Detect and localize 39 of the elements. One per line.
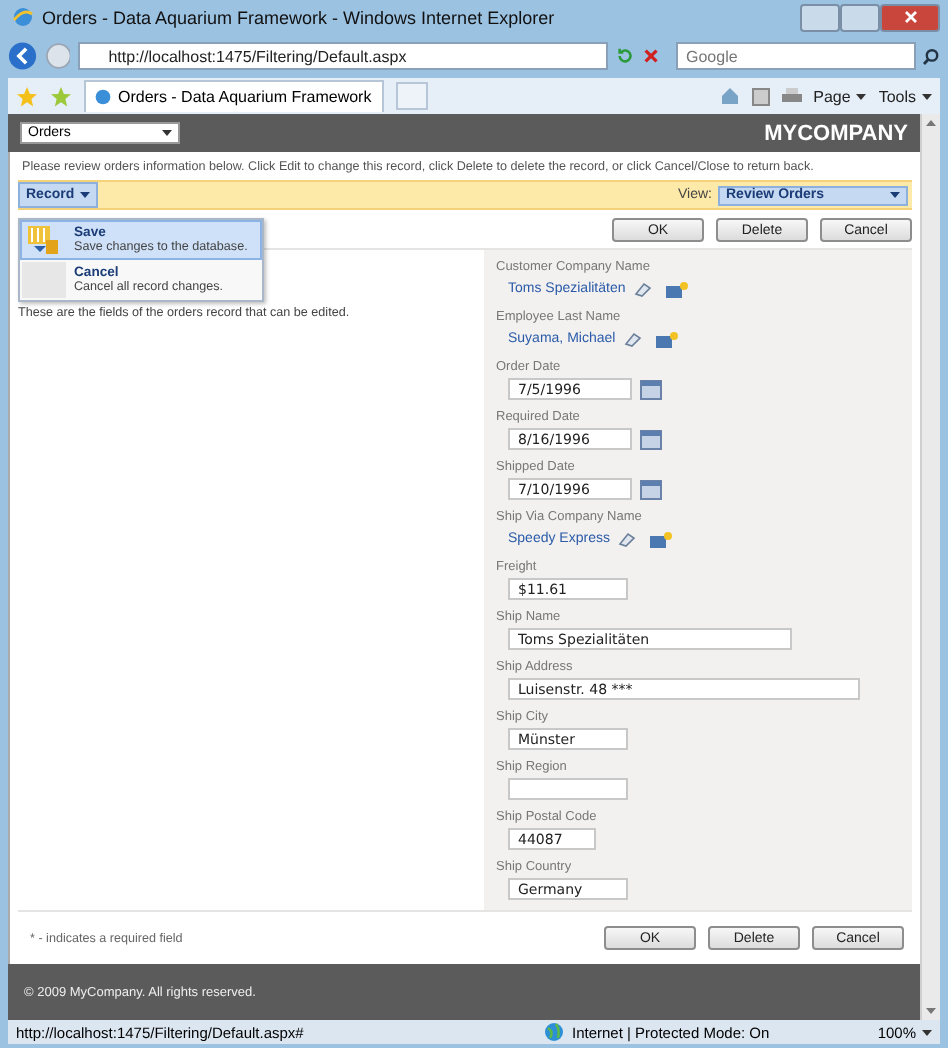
eraser-icon[interactable]: [623, 331, 642, 347]
scroll-down-icon[interactable]: [926, 1008, 936, 1014]
calendar-icon[interactable]: [640, 429, 662, 449]
back-icon[interactable]: [8, 40, 38, 72]
minimize-button[interactable]: [800, 3, 840, 31]
star-icon[interactable]: [16, 85, 38, 107]
page-menu[interactable]: Page: [813, 87, 867, 105]
stop-icon[interactable]: [641, 46, 660, 66]
caret-icon: [856, 93, 867, 99]
caret-icon: [922, 1029, 932, 1035]
globe-icon: [544, 1022, 564, 1042]
search-field[interactable]: Google: [676, 42, 916, 70]
save-icon: [28, 226, 60, 254]
tools-menu[interactable]: Tools: [878, 87, 932, 105]
browser-icon: [12, 6, 34, 28]
close-icon: [903, 10, 917, 24]
text-field[interactable]: [508, 778, 628, 800]
calendar-icon[interactable]: [640, 379, 662, 399]
window-title: Orders - Data Aquarium Framework - Windows Internet Explorer: [42, 7, 555, 27]
address-field[interactable]: http://localhost:1475/Filtering/Default.aspx: [78, 42, 608, 70]
caret-icon: [162, 130, 172, 136]
caret-icon: [80, 192, 91, 198]
company-brand: MYCOMPANY: [764, 121, 908, 145]
eraser-icon[interactable]: [633, 281, 652, 297]
forward-icon[interactable]: [45, 42, 71, 70]
search-icon[interactable]: [922, 47, 940, 65]
close-button[interactable]: [880, 3, 940, 31]
browser-tab[interactable]: Orders - Data Aquarium Framework: [84, 80, 384, 112]
home-icon[interactable]: [719, 86, 740, 106]
browser-icon: [94, 88, 112, 106]
calendar-icon[interactable]: [640, 479, 662, 499]
caret-icon: [890, 192, 900, 198]
scrollbar[interactable]: [920, 114, 940, 1020]
scroll-up-icon[interactable]: [926, 120, 936, 126]
printer-icon[interactable]: [781, 87, 802, 105]
eraser-icon[interactable]: [617, 531, 636, 547]
maximize-button[interactable]: [840, 3, 880, 31]
caret-icon: [922, 93, 932, 99]
refresh-icon[interactable]: [615, 46, 634, 66]
